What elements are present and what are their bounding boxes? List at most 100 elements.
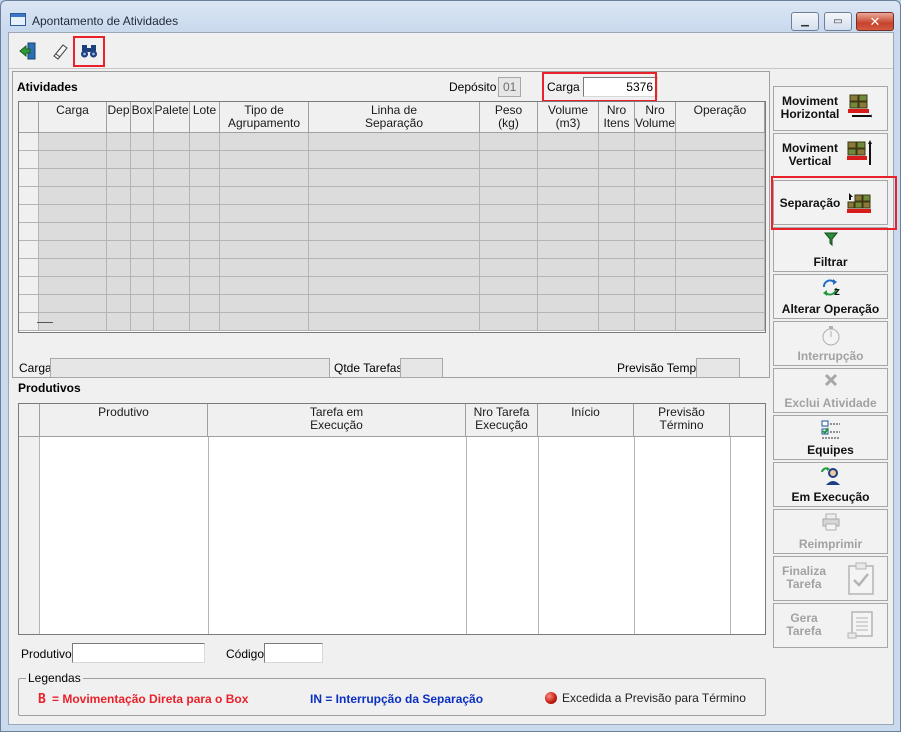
- filtrar-button[interactable]: Filtrar: [773, 227, 888, 272]
- exit-button[interactable]: [14, 37, 41, 64]
- col-extra: [730, 404, 765, 436]
- window-icon: [10, 13, 26, 26]
- table-row[interactable]: [19, 241, 765, 259]
- window-title: Apontamento de Atividades: [32, 14, 179, 28]
- table-cell: [39, 151, 107, 168]
- table-cell: [39, 277, 107, 294]
- table-row[interactable]: [19, 259, 765, 277]
- col-linha-separacao[interactable]: Linha de Separação: [309, 102, 480, 132]
- table-cell: [676, 313, 765, 330]
- reimprimir-button[interactable]: Reimprimir: [773, 509, 888, 554]
- table-cell: [635, 151, 676, 168]
- produtivo-input[interactable]: [72, 643, 205, 663]
- table-cell: [599, 151, 635, 168]
- atividades-grid[interactable]: Carga Dep Box Palete Lote Tipo de Agrupa…: [18, 101, 766, 333]
- app-window: Apontamento de Atividades ▁ ▭ ✕ Atividad…: [0, 0, 901, 732]
- qtde-tarefas-field[interactable]: [400, 358, 443, 378]
- table-cell: [599, 133, 635, 150]
- col-palete[interactable]: Palete: [154, 102, 190, 132]
- col-operacao[interactable]: Operação: [676, 102, 765, 132]
- table-cell: [190, 241, 220, 258]
- col-previsao-termino[interactable]: Previsão Término: [634, 404, 730, 436]
- table-row[interactable]: [19, 205, 765, 223]
- table-row[interactable]: [19, 151, 765, 169]
- table-cell: [107, 223, 131, 240]
- title-bar[interactable]: Apontamento de Atividades ▁ ▭ ✕: [1, 1, 900, 31]
- filtrar-label: Filtrar: [813, 255, 848, 269]
- grid-line: [538, 437, 539, 634]
- gera-tarefa-button[interactable]: Gera Tarefa: [773, 603, 888, 648]
- summary-carga-field[interactable]: [50, 358, 330, 378]
- table-row[interactable]: [19, 169, 765, 187]
- col-dep[interactable]: Dep: [107, 102, 131, 132]
- checklist-icon: [820, 419, 842, 444]
- previsao-tempo-field[interactable]: [696, 358, 740, 378]
- table-cell: [107, 187, 131, 204]
- table-row[interactable]: [19, 277, 765, 295]
- equipes-button[interactable]: Equipes: [773, 415, 888, 460]
- table-row[interactable]: [19, 295, 765, 313]
- col-carga[interactable]: Carga: [39, 102, 107, 132]
- produtivos-grid-header: Produtivo Tarefa em Execução Nro Tarefa …: [19, 404, 765, 437]
- alterar-operacao-label: Alterar Operação: [781, 302, 880, 316]
- user-running-icon: [820, 466, 842, 489]
- table-cell: [131, 133, 154, 150]
- col-volume[interactable]: Volume (m3): [538, 102, 599, 132]
- minimize-button[interactable]: ▁: [791, 12, 819, 31]
- finaliza-tarefa-button[interactable]: Finaliza Tarefa: [773, 556, 888, 601]
- col-produtivo[interactable]: Produtivo: [40, 404, 208, 436]
- em-execucao-button[interactable]: Em Execução: [773, 462, 888, 507]
- interrupcao-button[interactable]: Interrupção: [773, 321, 888, 366]
- table-cell: [154, 133, 190, 150]
- col-peso[interactable]: Peso (kg): [480, 102, 538, 132]
- col-nro-volume[interactable]: Nro Volume: [635, 102, 676, 132]
- table-row[interactable]: [19, 187, 765, 205]
- row-selector: [19, 295, 39, 312]
- eraser-icon: [52, 43, 68, 60]
- row-selector-header: [19, 102, 39, 132]
- row-selector: [19, 133, 39, 150]
- col-tarefa-execucao[interactable]: Tarefa em Execução: [208, 404, 466, 436]
- clear-button[interactable]: [46, 37, 73, 64]
- table-cell: [480, 277, 538, 294]
- table-cell: [480, 133, 538, 150]
- col-box[interactable]: Box: [131, 102, 154, 132]
- row-selector: [19, 169, 39, 186]
- table-cell: [676, 187, 765, 204]
- separacao-highlight: [771, 176, 897, 230]
- col-tipo-agrupamento[interactable]: Tipo de Agrupamento: [220, 102, 309, 132]
- table-cell: [107, 313, 131, 330]
- table-cell: [107, 151, 131, 168]
- table-cell: [599, 241, 635, 258]
- col-nro-tarefa[interactable]: Nro Tarefa Execução: [466, 404, 538, 436]
- moviment-vertical-button[interactable]: Moviment Vertical: [773, 133, 888, 178]
- exit-door-icon: [18, 42, 35, 59]
- search-button-highlight: [73, 36, 105, 67]
- maximize-button[interactable]: ▭: [824, 12, 852, 31]
- table-row[interactable]: [19, 313, 765, 331]
- table-cell: [676, 151, 765, 168]
- alterar-operacao-button[interactable]: Z Alterar Operação: [773, 274, 888, 319]
- table-cell: [309, 277, 480, 294]
- col-lote[interactable]: Lote: [190, 102, 220, 132]
- table-row[interactable]: [19, 223, 765, 241]
- col-inicio[interactable]: Início: [538, 404, 634, 436]
- carga-highlight: [542, 72, 657, 102]
- deposito-field[interactable]: 01: [498, 77, 521, 97]
- col-nro-itens[interactable]: Nro Itens: [599, 102, 635, 132]
- codigo-input[interactable]: [264, 643, 323, 663]
- table-cell: [39, 295, 107, 312]
- table-cell: [538, 277, 599, 294]
- table-row[interactable]: [19, 133, 765, 151]
- close-button[interactable]: ✕: [856, 12, 894, 31]
- table-cell: [635, 205, 676, 222]
- table-cell: [220, 169, 309, 186]
- interrupcao-label: Interrupção: [797, 349, 864, 363]
- table-cell: [309, 151, 480, 168]
- moviment-horizontal-button[interactable]: Moviment Horizontal: [773, 86, 888, 131]
- table-cell: [538, 205, 599, 222]
- deposito-label: Depósito: [449, 80, 497, 94]
- produtivos-grid[interactable]: Produtivo Tarefa em Execução Nro Tarefa …: [18, 403, 766, 635]
- exclui-atividade-button[interactable]: Exclui Atividade: [773, 368, 888, 413]
- table-cell: [635, 169, 676, 186]
